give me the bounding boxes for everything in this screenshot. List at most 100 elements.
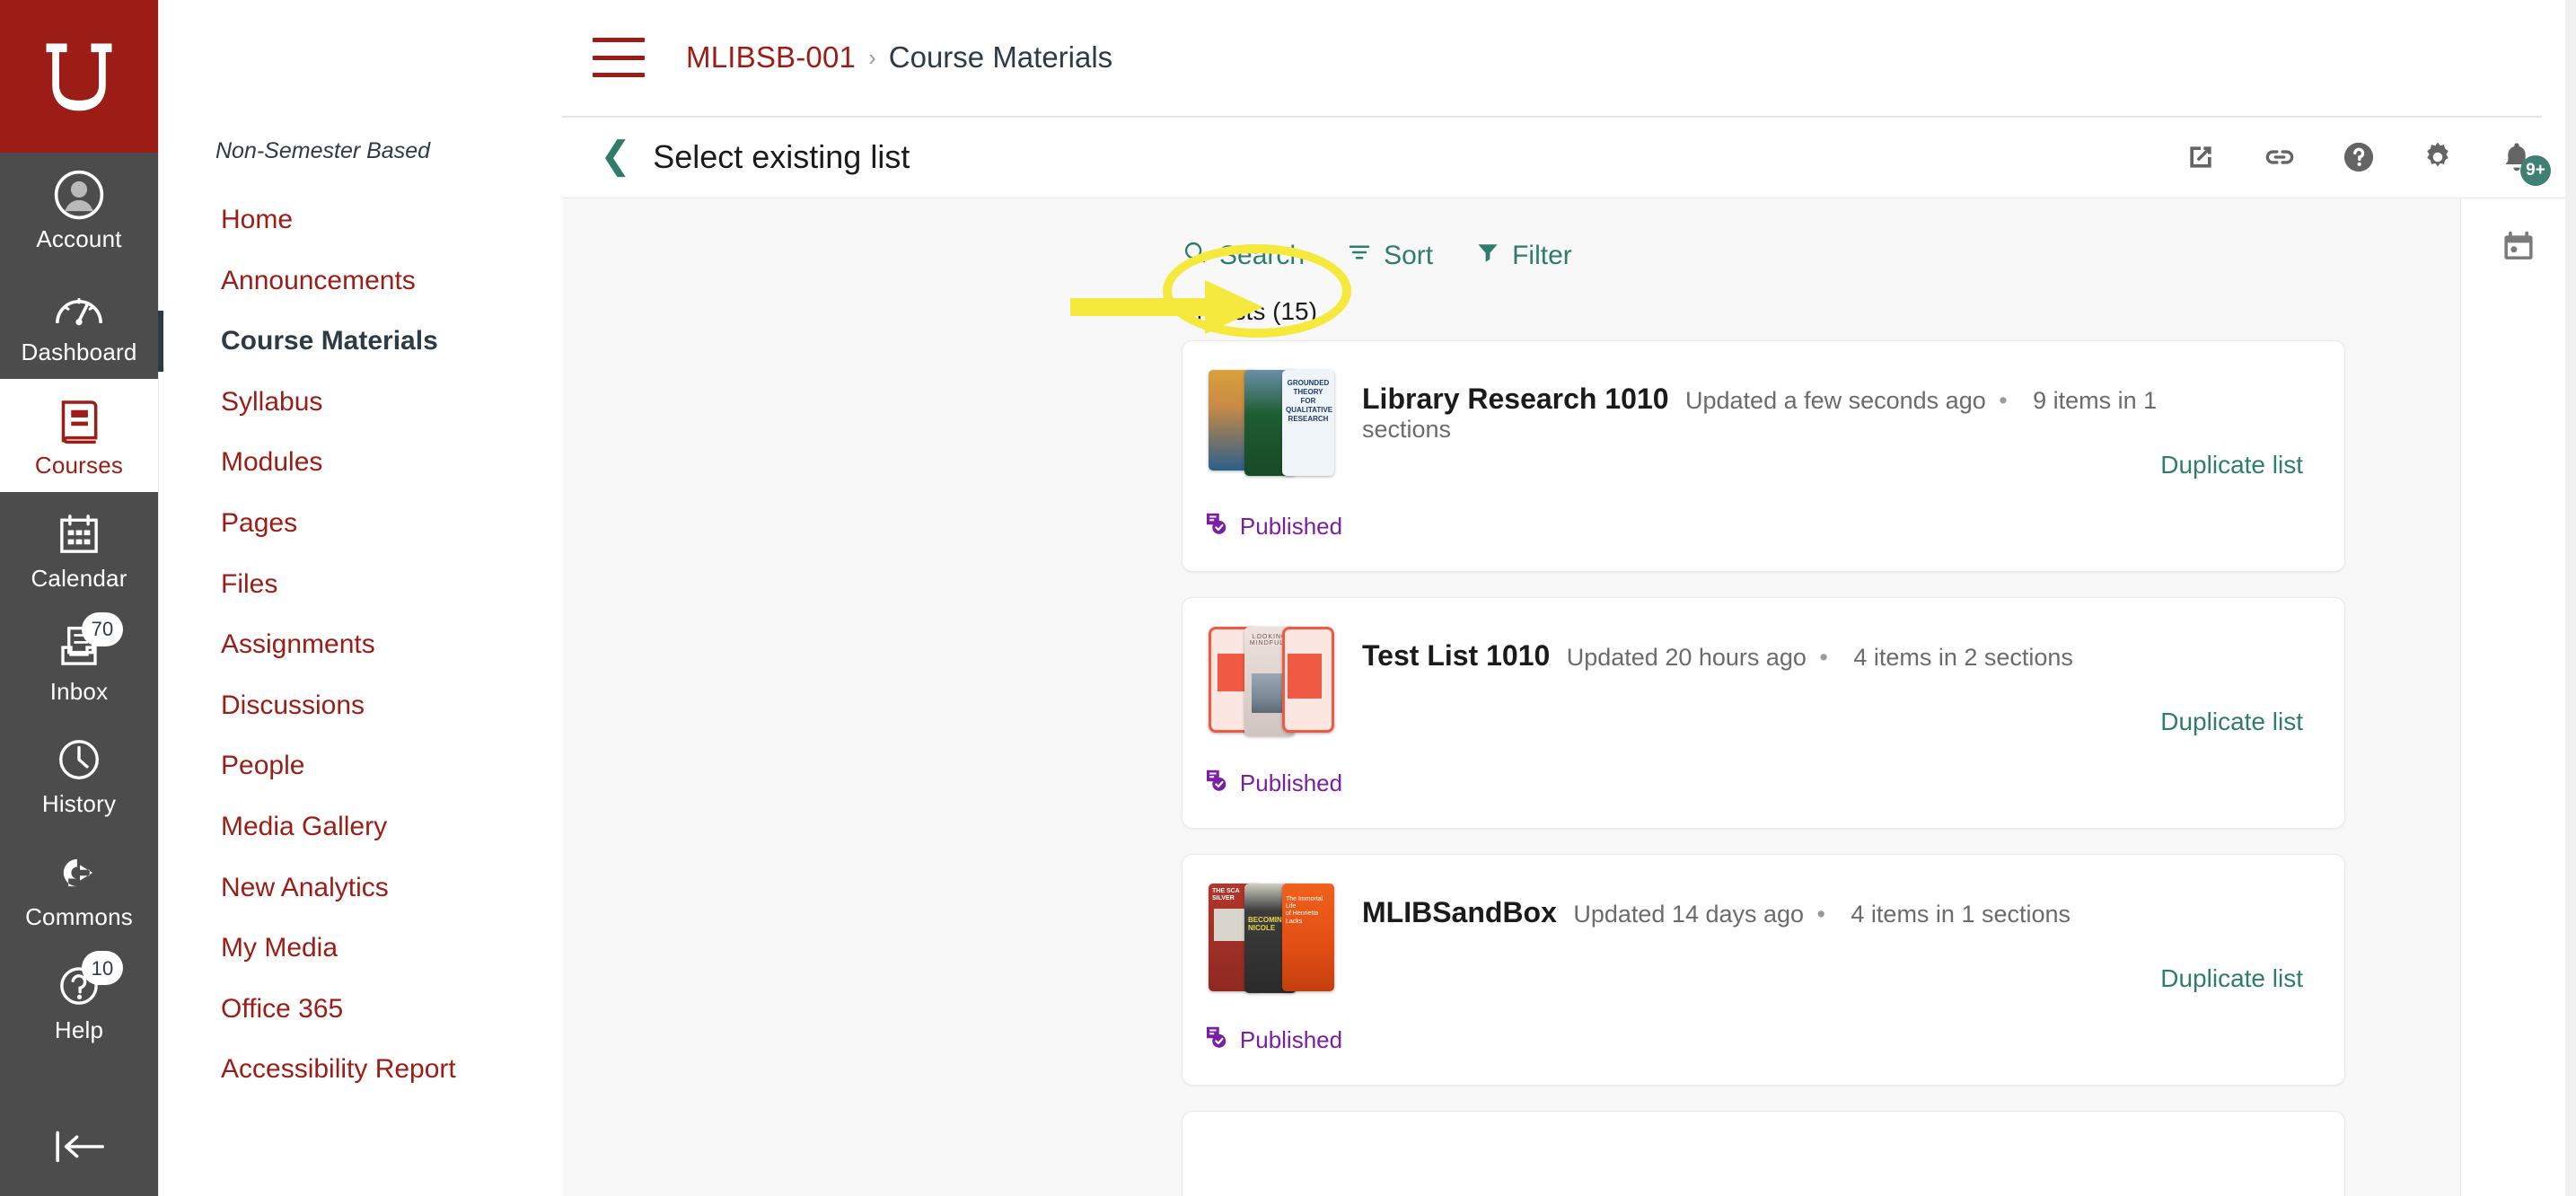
published-check-icon: [1202, 510, 1229, 543]
list-toolbar: Search Sort Filter: [562, 229, 2460, 283]
list-thumbnail-column: THE SCA SILVER BECOMING NICOLE The Immorta…: [1182, 883, 1362, 1061]
sidebar-item-calendar[interactable]: Calendar: [0, 492, 158, 605]
list-details: Test List 1010 Updated 20 hours ago • 4 …: [1362, 627, 2160, 805]
collapse-navigation-button[interactable]: [0, 1129, 158, 1196]
sort-button[interactable]: Sort: [1346, 239, 1433, 273]
list-cover-thumbnail: GROUNDED THEORY FOR QUALITATIVE RESEARCH: [1209, 369, 1336, 479]
inbox-tray-icon: 70: [55, 611, 123, 675]
list-updated: Updated 20 hours ago: [1566, 643, 1807, 671]
sidebar-item-label: Inbox: [49, 677, 109, 705]
canvas-lms-page: Account Dashboard Courses Calendar 70 In…: [0, 0, 2576, 1196]
filter-button[interactable]: Filter: [1474, 239, 1572, 273]
list-details: MLIBSandBox Updated 14 days ago • 4 item…: [1362, 884, 2160, 1061]
sidebar-item-help[interactable]: 10 Help: [0, 944, 158, 1057]
bell-icon[interactable]: 9+: [2497, 137, 2551, 187]
list-cover-thumbnail: THE SCA SILVER BECOMING NICOLE The Immorta…: [1209, 883, 1336, 993]
list-card[interactable]: THE SCA SILVER BECOMING NICOLE The Immorta…: [1182, 853, 2345, 1086]
gear-icon[interactable]: [2418, 137, 2457, 177]
link-icon[interactable]: [2260, 137, 2299, 177]
status-badge-label: Published: [1239, 512, 1343, 540]
help-circle-icon[interactable]: [2339, 137, 2378, 177]
course-nav-item-new-analytics[interactable]: New Analytics: [158, 857, 562, 919]
course-nav-item-office-365[interactable]: Office 365: [158, 979, 562, 1040]
sort-button-label: Sort: [1384, 240, 1434, 270]
filter-button-label: Filter: [1512, 240, 1572, 270]
course-nav-item-assignments[interactable]: Assignments: [158, 614, 562, 675]
course-nav-item-discussions[interactable]: Discussions: [158, 675, 562, 736]
course-nav-item-course-materials[interactable]: Course Materials: [158, 311, 562, 372]
course-nav-item-people[interactable]: People: [158, 735, 562, 796]
course-nav-item-my-media[interactable]: My Media: [158, 918, 562, 979]
status-badge: Published: [1202, 510, 1342, 543]
list-card[interactable]: GROUNDED THEORY FOR QUALITATIVE RESEARCH: [1182, 339, 2345, 572]
inbox-badge: 70: [82, 611, 123, 646]
duplicate-list-button[interactable]: Duplicate list: [2160, 627, 2303, 805]
lti-header: ❮ Select existing list 9+: [562, 117, 2576, 198]
sort-icon: [1346, 239, 1373, 273]
sidebar-item-label: Calendar: [31, 564, 127, 592]
list-card[interactable]: [1182, 1110, 2345, 1196]
sidebar-item-label: History: [41, 790, 117, 818]
sidebar-item-commons[interactable]: Commons: [0, 831, 158, 944]
breadcrumb-current-page: Course Materials: [888, 40, 1113, 75]
history-clock-icon: [55, 732, 103, 787]
back-chevron-icon[interactable]: ❮: [585, 131, 646, 183]
list-thumbnail-column: GROUNDED THEORY FOR QUALITATIVE RESEARCH: [1182, 369, 1362, 548]
lists-panel: Search Sort Filter My lists (15) GROUNDE…: [562, 198, 2461, 1196]
commons-arrow-icon: [54, 845, 104, 901]
search-button-label: Search: [1219, 240, 1306, 270]
course-nav-item-home[interactable]: Home: [158, 189, 562, 251]
list-item-count: 4 items in 1 sections: [1851, 900, 2071, 928]
course-nav-item-files[interactable]: Files: [158, 554, 562, 615]
list-title[interactable]: Test List 1010: [1362, 639, 1550, 672]
leganto-lti-frame: ❮ Select existing list 9+ Search Sort Fi…: [562, 117, 2576, 1196]
sidebar-item-label: Dashboard: [21, 338, 137, 365]
university-logo[interactable]: [0, 0, 158, 153]
sidebar-item-label: Help: [54, 1016, 104, 1044]
sidebar-item-account[interactable]: Account: [0, 153, 158, 266]
duplicate-list-button[interactable]: Duplicate list: [2160, 884, 2303, 1061]
breadcrumb-bar: MLIBSB-001 › Course Materials: [562, 0, 2542, 118]
calendar-day-icon[interactable]: [2499, 229, 2538, 1196]
status-badge-label: Published: [1239, 1025, 1343, 1053]
meta-separator: •: [1816, 900, 1825, 928]
status-badge-label: Published: [1239, 769, 1343, 796]
lti-body: Search Sort Filter My lists (15) GROUNDE…: [562, 198, 2576, 1196]
course-nav-item-announcements[interactable]: Announcements: [158, 251, 562, 312]
status-badge: Published: [1202, 1024, 1342, 1057]
breadcrumb-course-link[interactable]: MLIBSB-001: [686, 40, 856, 75]
course-nav-list: Home Announcements Course Materials Syll…: [158, 189, 562, 1100]
published-check-icon: [1202, 1024, 1229, 1057]
list-card[interactable]: LOOKING MINDFULN Published Test List 101…: [1182, 596, 2345, 829]
search-icon: [1182, 239, 1209, 273]
sidebar-item-label: Account: [36, 225, 122, 252]
list-title[interactable]: MLIBSandBox: [1362, 896, 1557, 928]
dashboard-gauge-icon: [53, 280, 105, 336]
course-nav-item-pages[interactable]: Pages: [158, 493, 562, 554]
search-button[interactable]: Search: [1182, 239, 1305, 273]
notification-badge: 9+: [2520, 155, 2551, 187]
course-nav-item-accessibility-report[interactable]: Accessibility Report: [158, 1039, 562, 1100]
list-title[interactable]: Library Research 1010: [1362, 383, 1669, 415]
sidebar-item-dashboard[interactable]: Dashboard: [0, 266, 158, 379]
my-lists-count: My lists (15): [1182, 296, 1317, 325]
course-nav-item-syllabus[interactable]: Syllabus: [158, 372, 562, 433]
help-question-icon: 10: [55, 951, 123, 1014]
open-in-new-icon[interactable]: [2181, 137, 2220, 177]
user-avatar-icon: [53, 167, 105, 223]
page-scrollbar[interactable]: [2565, 0, 2576, 1196]
course-nav-item-modules[interactable]: Modules: [158, 432, 562, 493]
published-check-icon: [1202, 767, 1229, 800]
help-badge: 10: [82, 951, 123, 986]
sidebar-item-history[interactable]: History: [0, 717, 158, 831]
course-nav-item-media-gallery[interactable]: Media Gallery: [158, 796, 562, 857]
main-content: MLIBSB-001 › Course Materials ❮ Select e…: [562, 0, 2576, 1196]
hamburger-menu-icon[interactable]: [593, 38, 645, 78]
duplicate-list-button[interactable]: Duplicate list: [2160, 370, 2303, 548]
sidebar-item-label: Commons: [25, 903, 133, 931]
sidebar-item-inbox[interactable]: 70 Inbox: [0, 605, 158, 718]
lti-right-rail: [2461, 198, 2576, 1196]
list-thumbnail-column: LOOKING MINDFULN Published: [1182, 626, 1362, 805]
global-navigation: Account Dashboard Courses Calendar 70 In…: [0, 0, 158, 1196]
sidebar-item-courses[interactable]: Courses: [0, 378, 158, 492]
